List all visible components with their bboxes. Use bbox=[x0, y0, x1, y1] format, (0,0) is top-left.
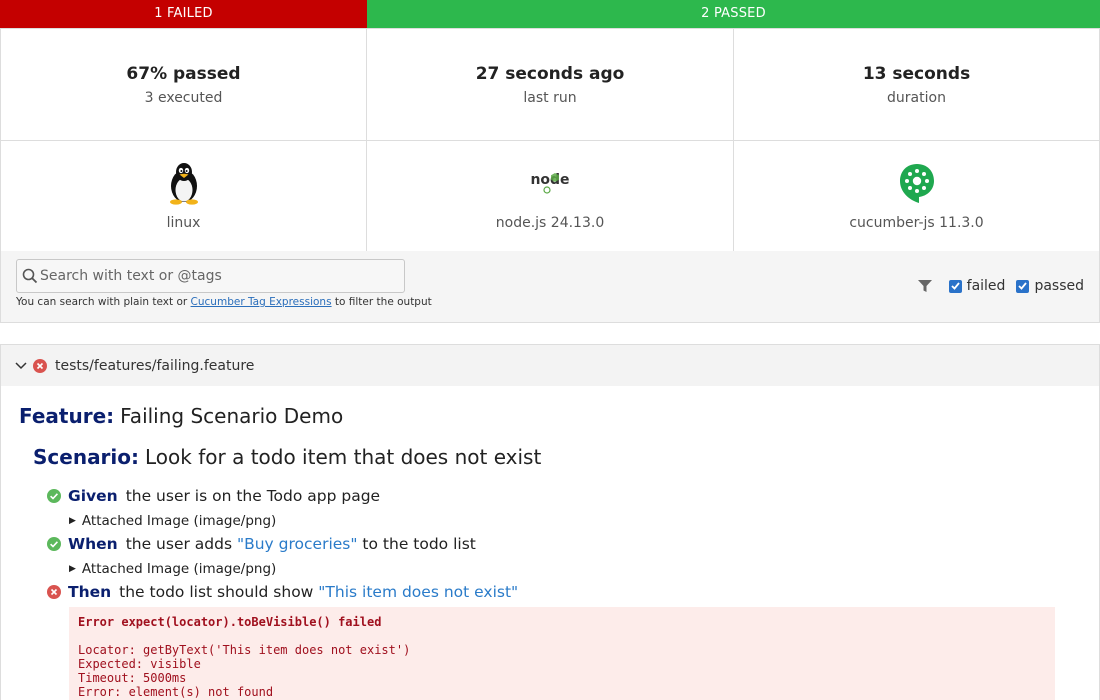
step-parameter: "This item does not exist" bbox=[318, 583, 519, 601]
filter-failed-label: failed bbox=[966, 278, 1006, 294]
feature-content: Feature: Failing Scenario Demo Scenario: L… bbox=[0, 386, 1100, 700]
feature-file-header[interactable]: tests/features/failing.feature bbox=[0, 344, 1100, 386]
framework-version: cucumber-js 11.3.0 bbox=[849, 215, 984, 231]
search-help-prefix: You can search with plain text or bbox=[16, 296, 191, 308]
step-keyword: When bbox=[68, 535, 118, 553]
error-line: ​ bbox=[78, 629, 1046, 643]
search-help-suffix: to filter the output bbox=[331, 296, 432, 308]
status-filters: failed passed bbox=[917, 278, 1084, 294]
step-text: the user adds bbox=[125, 535, 237, 553]
step-parameter: "Buy groceries" bbox=[236, 535, 358, 553]
attachment-toggle[interactable]: ▶ Attached Image (image/png) bbox=[69, 513, 276, 529]
scenario-name: Look for a todo item that does not exist bbox=[145, 445, 542, 469]
last-run-label: last run bbox=[523, 89, 577, 106]
scenario-heading: Scenario: Look for a todo item that does … bbox=[33, 445, 541, 469]
disclosure-triangle-icon[interactable]: ▶ bbox=[69, 516, 76, 526]
scenario-keyword: Scenario: bbox=[33, 445, 140, 469]
search-help-text: You can search with plain text or Cucumb… bbox=[16, 296, 432, 308]
search-icon bbox=[22, 268, 38, 284]
nodejs-icon: node bbox=[530, 161, 570, 205]
filter-passed-toggle[interactable]: passed bbox=[1016, 278, 1084, 294]
filter-icon bbox=[917, 279, 932, 293]
summary-grid: 67% passed 3 executed 27 seconds ago las… bbox=[0, 28, 1100, 252]
error-line: Locator: getByText('This item does not e… bbox=[78, 643, 411, 657]
step-when: When the user adds "Buy groceries" to th… bbox=[47, 535, 476, 553]
environment-row: linux node node.js 24.13.0 cucumber-js 1… bbox=[0, 141, 1100, 252]
failed-status-icon bbox=[33, 358, 47, 373]
error-line: Expected: visible bbox=[78, 657, 201, 671]
check-circle-icon bbox=[47, 537, 61, 551]
error-circle-icon bbox=[47, 585, 61, 599]
last-run-cell: 27 seconds ago last run bbox=[367, 29, 734, 140]
duration-cell: 13 seconds duration bbox=[734, 29, 1100, 140]
chevron-down-icon[interactable] bbox=[15, 361, 27, 370]
passed-count-bar[interactable]: 2 PASSED bbox=[367, 0, 1100, 28]
executed-count: 3 executed bbox=[144, 89, 223, 106]
filter-passed-label: passed bbox=[1034, 278, 1084, 294]
search-filter-bar: You can search with plain text or Cucumb… bbox=[0, 251, 1100, 323]
pass-rate-cell: 67% passed 3 executed bbox=[0, 29, 367, 140]
feature-file-path: tests/features/failing.feature bbox=[55, 357, 255, 374]
nodejs-logo-wordmark: node bbox=[530, 172, 569, 188]
runtime-version: node.js 24.13.0 bbox=[495, 215, 605, 231]
attachment-toggle[interactable]: ▶ Attached Image (image/png) bbox=[69, 561, 276, 577]
step-text: the user is on the Todo app page bbox=[125, 487, 381, 505]
feature-name: Failing Scenario Demo bbox=[120, 404, 344, 428]
framework-cell: cucumber-js 11.3.0 bbox=[734, 141, 1100, 251]
search-field[interactable] bbox=[16, 259, 405, 293]
tag-expressions-link[interactable]: Cucumber Tag Expressions bbox=[191, 296, 332, 308]
step-text: the todo list should show bbox=[119, 583, 319, 601]
status-bar: 1 FAILED 2 PASSED bbox=[0, 0, 1100, 28]
step-then: Then the todo list should show "This ite… bbox=[47, 583, 518, 601]
error-line: Timeout: 5000ms bbox=[78, 671, 187, 685]
error-line: Error expect(locator).toBeVisible() fail… bbox=[78, 615, 382, 629]
os-cell: linux bbox=[0, 141, 367, 251]
error-message-box: Error expect(locator).toBeVisible() fail… bbox=[69, 607, 1055, 700]
step-keyword: Then bbox=[68, 583, 112, 601]
search-input[interactable] bbox=[40, 268, 390, 284]
feature-heading: Feature: Failing Scenario Demo bbox=[19, 404, 343, 428]
disclosure-triangle-icon[interactable]: ▶ bbox=[69, 564, 76, 574]
step-given: Given the user is on the Todo app page bbox=[47, 487, 380, 505]
step-text-suffix: to the todo list bbox=[357, 535, 476, 553]
error-line: Error: element(s) not found bbox=[78, 685, 274, 699]
attachment-label[interactable]: Attached Image (image/png) bbox=[82, 513, 276, 529]
duration-value: 13 seconds bbox=[862, 63, 971, 84]
passed-checkbox[interactable] bbox=[1016, 279, 1030, 293]
stats-row: 67% passed 3 executed 27 seconds ago las… bbox=[0, 29, 1100, 141]
check-circle-icon bbox=[47, 489, 61, 503]
os-name: linux bbox=[166, 215, 201, 231]
duration-label: duration bbox=[887, 89, 946, 106]
pass-rate-value: 67% passed bbox=[126, 63, 241, 84]
failed-count-bar[interactable]: 1 FAILED bbox=[0, 0, 367, 28]
last-run-value: 27 seconds ago bbox=[475, 63, 625, 84]
runtime-cell: node node.js 24.13.0 bbox=[367, 141, 734, 251]
step-keyword: Given bbox=[68, 487, 118, 505]
linux-tux-icon bbox=[166, 161, 202, 205]
feature-keyword: Feature: bbox=[19, 404, 115, 428]
filter-failed-toggle[interactable]: failed bbox=[948, 278, 1006, 294]
failed-checkbox[interactable] bbox=[948, 279, 962, 293]
attachment-label[interactable]: Attached Image (image/png) bbox=[82, 561, 276, 577]
cucumber-icon bbox=[898, 161, 936, 205]
